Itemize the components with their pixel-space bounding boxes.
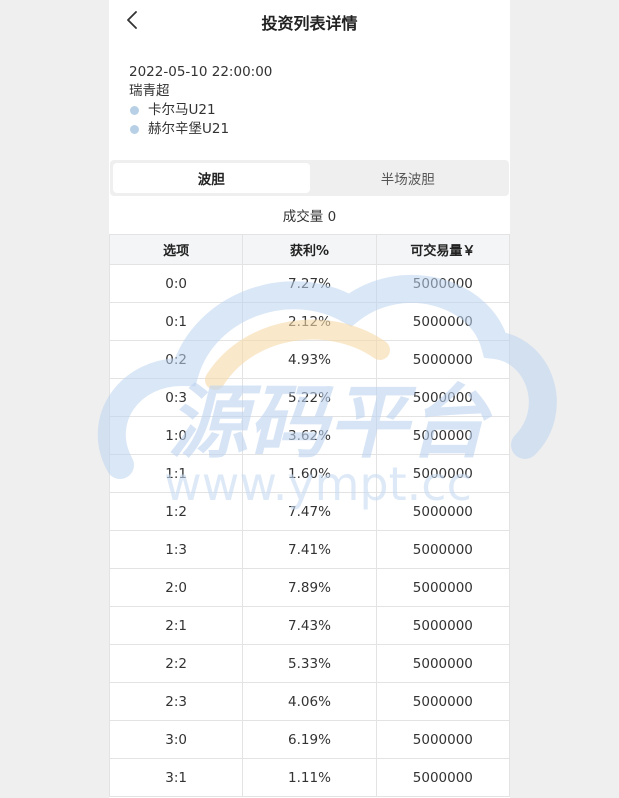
table-row[interactable]: 2:3 4.06% 5000000: [109, 682, 510, 721]
cell-option: 0:0: [109, 264, 244, 303]
nav-header: 投资列表详情: [109, 0, 510, 43]
cell-profit: 4.93%: [242, 340, 377, 379]
cell-option: 0:2: [109, 340, 244, 379]
odds-table-wrapper: 选项 获利% 可交易量￥ 0:0 7.27% 5000000 0:1 2.12% 5000…: [109, 234, 510, 797]
table-row[interactable]: 0:2 4.93% 5000000: [109, 340, 510, 379]
cell-profit: 6.19%: [242, 720, 377, 759]
tab-halftime-correct-score[interactable]: 半场波胆: [310, 163, 507, 193]
table-row[interactable]: 1:1 1.60% 5000000: [109, 454, 510, 493]
cell-volume: 5000000: [375, 530, 510, 569]
cell-option: 1:0: [109, 416, 244, 455]
app-screen: 投资列表详情 2022-05-10 22:00:00 瑞青超 卡尔马U21 赫尔…: [109, 0, 510, 798]
cell-volume: 5000000: [375, 644, 510, 683]
table-row[interactable]: 0:0 7.27% 5000000: [109, 264, 510, 303]
home-team-row: 卡尔马U21: [129, 101, 490, 120]
odds-table: 选项 获利% 可交易量￥ 0:0 7.27% 5000000 0:1 2.12% 5000…: [109, 234, 510, 797]
cell-profit: 5.22%: [242, 378, 377, 417]
chevron-left-icon: [127, 11, 137, 29]
table-row[interactable]: 2:2 5.33% 5000000: [109, 644, 510, 683]
cell-option: 0:3: [109, 378, 244, 417]
table-row[interactable]: 0:1 2.12% 5000000: [109, 302, 510, 341]
column-header-profit: 获利%: [242, 234, 377, 265]
cell-volume: 5000000: [375, 568, 510, 607]
cell-profit: 4.06%: [242, 682, 377, 721]
back-button[interactable]: [119, 6, 145, 34]
cell-option: 2:3: [109, 682, 244, 721]
home-team-name: 卡尔马U21: [148, 102, 216, 118]
cell-volume: 5000000: [375, 416, 510, 455]
away-team-name: 赫尔辛堡U21: [148, 121, 230, 137]
cell-volume: 5000000: [375, 340, 510, 379]
league-name: 瑞青超: [129, 83, 170, 99]
cell-option: 3:0: [109, 720, 244, 759]
cell-volume: 5000000: [375, 302, 510, 341]
away-team-dot-icon: [130, 125, 139, 134]
cell-profit: 7.41%: [242, 530, 377, 569]
cell-profit: 1.11%: [242, 758, 377, 797]
trade-volume: 成交量 0: [282, 209, 337, 225]
cell-profit: 7.89%: [242, 568, 377, 607]
bet-type-tabs: 波胆 半场波胆: [110, 160, 509, 196]
cell-volume: 5000000: [375, 606, 510, 645]
cell-option: 2:0: [109, 568, 244, 607]
table-row[interactable]: 1:3 7.41% 5000000: [109, 530, 510, 569]
cell-profit: 3.62%: [242, 416, 377, 455]
cell-option: 1:3: [109, 530, 244, 569]
cell-profit: 1.60%: [242, 454, 377, 493]
table-header-row: 选项 获利% 可交易量￥: [109, 234, 510, 265]
cell-volume: 5000000: [375, 758, 510, 797]
away-team-row: 赫尔辛堡U21: [129, 120, 490, 139]
table-row[interactable]: 0:3 5.22% 5000000: [109, 378, 510, 417]
column-header-option: 选项: [109, 234, 244, 265]
table-row[interactable]: 2:0 7.89% 5000000: [109, 568, 510, 607]
cell-option: 2:2: [109, 644, 244, 683]
cell-option: 2:1: [109, 606, 244, 645]
tab-correct-score[interactable]: 波胆: [113, 163, 310, 193]
cell-profit: 2.12%: [242, 302, 377, 341]
cell-option: 0:1: [109, 302, 244, 341]
cell-option: 1:2: [109, 492, 244, 531]
cell-option: 3:1: [109, 758, 244, 797]
match-datetime: 2022-05-10 22:00:00: [129, 64, 273, 80]
cell-volume: 5000000: [375, 378, 510, 417]
cell-profit: 5.33%: [242, 644, 377, 683]
cell-volume: 5000000: [375, 720, 510, 759]
home-team-dot-icon: [130, 106, 139, 115]
cell-profit: 7.27%: [242, 264, 377, 303]
cell-volume: 5000000: [375, 682, 510, 721]
table-row[interactable]: 3:0 6.19% 5000000: [109, 720, 510, 759]
column-header-volume: 可交易量￥: [375, 234, 510, 265]
cell-volume: 5000000: [375, 264, 510, 303]
cell-volume: 5000000: [375, 454, 510, 493]
table-row[interactable]: 3:1 1.11% 5000000: [109, 758, 510, 797]
cell-profit: 7.47%: [242, 492, 377, 531]
cell-volume: 5000000: [375, 492, 510, 531]
table-body: 0:0 7.27% 5000000 0:1 2.12% 5000000 0:2 4.93% 50…: [109, 264, 510, 797]
cell-profit: 7.43%: [242, 606, 377, 645]
table-row[interactable]: 2:1 7.43% 5000000: [109, 606, 510, 645]
page-title: 投资列表详情: [261, 13, 358, 33]
table-row[interactable]: 1:0 3.62% 5000000: [109, 416, 510, 455]
match-info: 2022-05-10 22:00:00 瑞青超 卡尔马U21 赫尔辛堡U21: [109, 43, 510, 158]
table-row[interactable]: 1:2 7.47% 5000000: [109, 492, 510, 531]
cell-option: 1:1: [109, 454, 244, 493]
